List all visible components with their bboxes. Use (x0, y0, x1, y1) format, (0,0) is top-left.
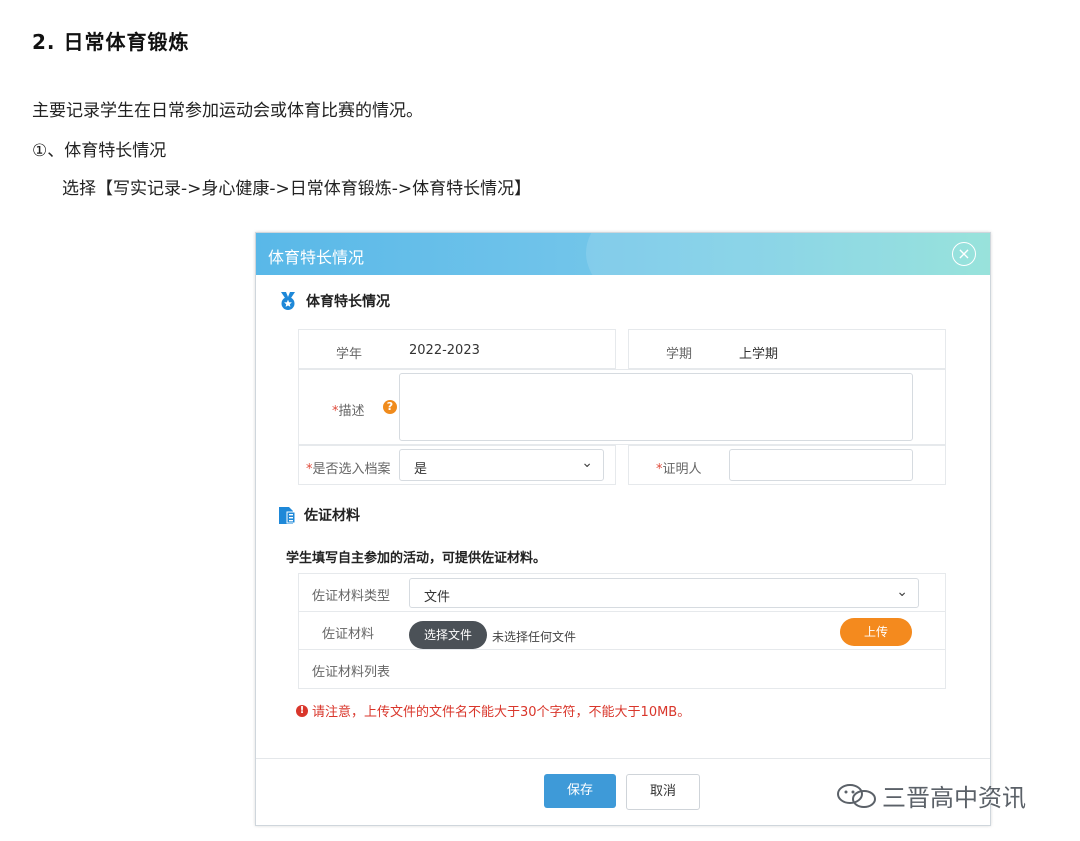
section-title-label: 体育特长情况 (306, 294, 390, 310)
wechat-icon (836, 782, 878, 810)
close-icon[interactable]: × (952, 242, 976, 266)
term-label: 学期 (666, 347, 693, 362)
chevron-down-icon: ⌄ (581, 455, 593, 471)
witness-label-text: 证明人 (662, 462, 702, 477)
evidence-material-label: 佐证材料 (322, 627, 375, 642)
section-title-label: 佐证材料 (304, 508, 360, 524)
cancel-button[interactable]: 取消 (626, 774, 700, 810)
term-value: 上学期 (739, 347, 779, 362)
footer-divider (256, 758, 990, 759)
upload-warning: ! 请注意，上传文件的文件名不能大于30个字符，不能大于10MB。 (296, 701, 690, 720)
document-paragraph: 主要记录学生在日常参加运动会或体育比赛的情况。 (32, 101, 423, 121)
section-title-specialty: 体育特长情况 (278, 291, 390, 311)
sports-specialty-dialog: 体育特长情况 × 体育特长情况 学年 2022-2023 学期 上学期 *描述 … (255, 232, 991, 826)
chevron-down-icon: ⌄ (896, 584, 908, 600)
dialog-title: 体育特长情况 (268, 248, 365, 267)
witness-input[interactable] (729, 449, 913, 481)
document-icon (278, 505, 296, 525)
archive-label-text: 是否选入档案 (312, 462, 391, 477)
alert-icon: ! (296, 704, 308, 717)
watermark-text: 三晋高中资讯 (882, 784, 1026, 812)
help-icon[interactable]: ? (383, 400, 397, 414)
document-subheading: ①、体育特长情况 (32, 141, 167, 161)
no-file-text: 未选择任何文件 (492, 630, 577, 644)
watermark: 三晋高中资讯 (836, 778, 1026, 813)
description-label: *描述 (332, 400, 365, 419)
year-value: 2022-2023 (409, 343, 480, 358)
archive-select-value: 是 (414, 462, 428, 477)
document-heading: 2. 日常体育锻炼 (32, 30, 190, 54)
evidence-intro: 学生填写自主参加的活动，可提供佐证材料。 (286, 551, 547, 566)
evidence-type-label: 佐证材料类型 (312, 589, 391, 604)
witness-label: *证明人 (656, 458, 702, 477)
archive-label: *是否选入档案 (306, 458, 391, 477)
archive-select[interactable]: 是 ⌄ (399, 449, 604, 481)
upload-button[interactable]: 上传 (840, 618, 912, 646)
description-textarea[interactable] (399, 373, 913, 441)
dialog-header: 体育特长情况 × (256, 233, 990, 275)
evidence-list-row (298, 649, 946, 689)
warning-text: 请注意，上传文件的文件名不能大于30个字符，不能大于10MB。 (312, 705, 691, 720)
medal-icon (278, 291, 298, 311)
year-label: 学年 (336, 347, 363, 362)
choose-file-button[interactable]: 选择文件 (409, 621, 487, 649)
description-label-text: 描述 (338, 404, 365, 419)
evidence-type-select[interactable]: 文件 ⌄ (409, 578, 919, 608)
save-button[interactable]: 保存 (544, 774, 616, 808)
navigation-instruction: 选择【写实记录->身心健康->日常体育锻炼->体育特长情况】 (62, 179, 532, 199)
evidence-list-label: 佐证材料列表 (312, 665, 391, 680)
evidence-type-value: 文件 (424, 590, 451, 605)
section-title-evidence: 佐证材料 (278, 505, 360, 525)
